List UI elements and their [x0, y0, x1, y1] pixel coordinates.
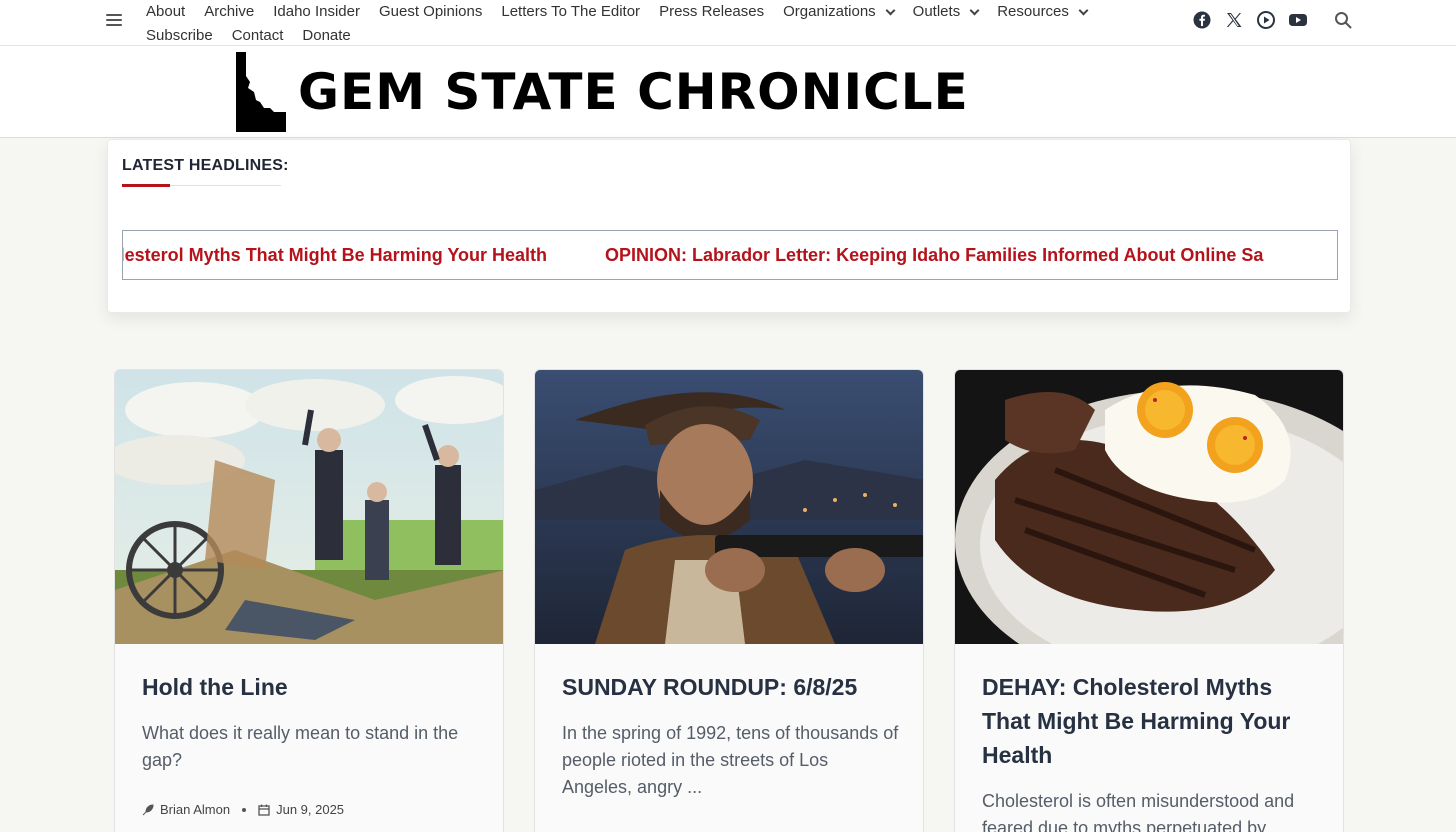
article-card: Hold the Line What does it really mean t…: [114, 369, 504, 832]
menu-item-resources[interactable]: Resources: [997, 0, 1089, 24]
article-excerpt: In the spring of 1992, tens of thousands…: [562, 723, 899, 797]
menu-item-idaho-insider[interactable]: Idaho Insider: [273, 0, 360, 24]
calendar-icon: [258, 804, 270, 816]
article-author[interactable]: Brian Almon: [160, 802, 230, 817]
menu-item-letters-to-the-editor[interactable]: Letters To The Editor: [501, 0, 640, 24]
ticker-label: LATEST HEADLINES:: [122, 157, 289, 174]
menu-item-organizations[interactable]: Organizations: [783, 0, 896, 24]
accent-underline: [122, 184, 170, 187]
chevron-down-icon: [969, 5, 980, 15]
menu-item-press-releases[interactable]: Press Releases: [659, 0, 764, 24]
site-title[interactable]: GEM STATE CHRONICLE: [298, 60, 969, 124]
chevron-down-icon: [885, 5, 896, 15]
menu-item-archive[interactable]: Archive: [204, 0, 254, 24]
menu-item-contact[interactable]: Contact: [232, 24, 284, 48]
hamburger-menu-icon[interactable]: [106, 12, 124, 28]
article-title[interactable]: SUNDAY ROUNDUP: 6/8/25: [562, 670, 902, 704]
search-icon[interactable]: [1334, 11, 1354, 31]
feather-pen-icon: [142, 803, 154, 815]
facebook-icon[interactable]: [1192, 10, 1212, 30]
menu-item-subscribe[interactable]: Subscribe: [146, 24, 213, 48]
article-image-battle-illustration[interactable]: [115, 370, 503, 644]
chevron-down-icon: [1078, 5, 1089, 15]
article-date: Jun 9, 2025: [276, 802, 345, 817]
social-links: [1192, 10, 1308, 30]
menu-item-about[interactable]: About: [146, 0, 185, 24]
article-meta: Brian Almon Jun 9, 2025: [142, 802, 344, 817]
menu-item-outlets[interactable]: Outlets: [913, 0, 980, 24]
ticker-headline[interactable]: OPINION: Labrador Letter: Keeping Idaho …: [605, 245, 1263, 266]
article-title[interactable]: DEHAY: Cholesterol Myths That Might Be H…: [982, 670, 1322, 772]
article-card: DEHAY: Cholesterol Myths That Might Be H…: [954, 369, 1344, 832]
latest-headlines-box: LATEST HEADLINES: Y: Cholesterol Myths T…: [107, 139, 1351, 313]
ticker-headline[interactable]: Y: Cholesterol Myths That Might Be Harmi…: [123, 245, 547, 266]
separator-dot: [242, 807, 247, 812]
masthead: GEM STATE CHRONICLE: [0, 46, 1456, 138]
rumble-icon[interactable]: [1256, 10, 1276, 30]
x-twitter-icon[interactable]: [1224, 10, 1244, 30]
article-card: SUNDAY ROUNDUP: 6/8/25 In the spring of …: [534, 369, 924, 832]
article-image-cowboy[interactable]: [535, 370, 923, 644]
main-menu: About Archive Idaho Insider Guest Opinio…: [146, 0, 1146, 48]
article-title[interactable]: Hold the Line: [142, 670, 482, 704]
article-excerpt: Cholesterol is often misunderstood and f…: [982, 791, 1295, 832]
menu-item-donate[interactable]: Donate: [302, 24, 350, 48]
headline-ticker: Y: Cholesterol Myths That Might Be Harmi…: [122, 230, 1338, 280]
menu-item-guest-opinions[interactable]: Guest Opinions: [379, 0, 482, 24]
youtube-icon[interactable]: [1288, 10, 1308, 30]
article-excerpt: What does it really mean to stand in the…: [142, 723, 459, 770]
article-image-steak-and-eggs[interactable]: [955, 370, 1343, 644]
top-navigation-bar: About Archive Idaho Insider Guest Opinio…: [0, 0, 1456, 46]
idaho-state-silhouette-icon[interactable]: [234, 52, 286, 132]
